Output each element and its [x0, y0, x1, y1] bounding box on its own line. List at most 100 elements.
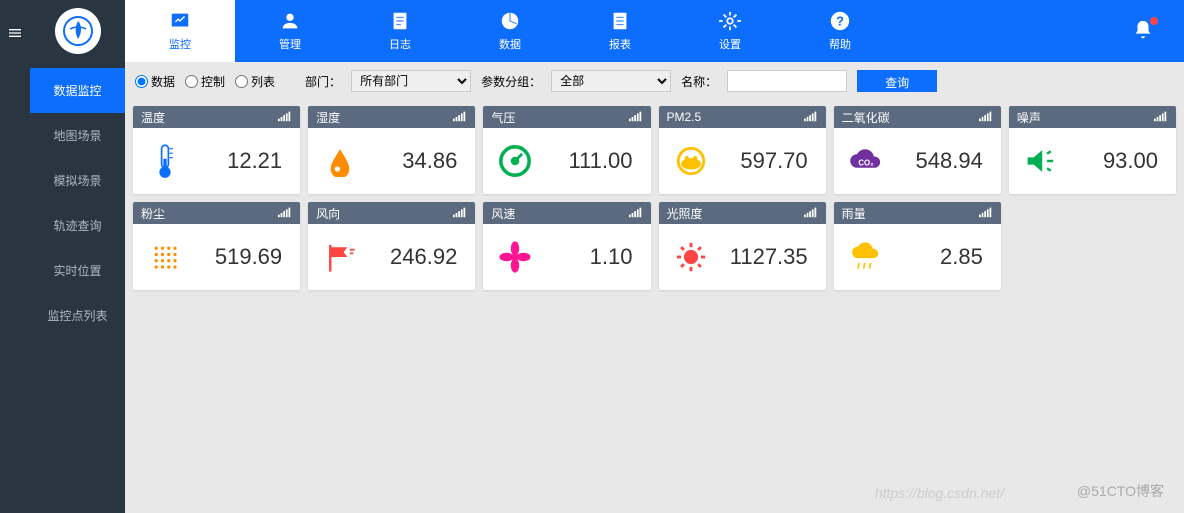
card-body: 34.86 — [308, 128, 475, 194]
nav-sidebar — [0, 0, 30, 513]
metric-card[interactable]: 气压 111.00 — [483, 106, 650, 194]
metric-value: 111.00 — [568, 148, 632, 174]
card-body: 519.69 — [133, 224, 300, 290]
card-body: 12.21 — [133, 128, 300, 194]
card-title: 噪声 — [1017, 109, 1041, 126]
signal-icon — [804, 206, 818, 221]
tab-label: 设置 — [719, 36, 741, 52]
card-title: 雨量 — [842, 205, 866, 222]
sidebar-item-map-scene[interactable]: 地图场景 — [30, 113, 125, 158]
name-input[interactable] — [727, 70, 847, 92]
card-body: 2.85 — [834, 224, 1001, 290]
card-title: 湿度 — [316, 109, 340, 126]
sidebar-item-data-monitor[interactable]: 数据监控 — [30, 68, 125, 113]
group-label: 参数分组： — [481, 73, 541, 90]
query-button[interactable]: 查询 — [857, 70, 937, 92]
edit-icon — [389, 10, 411, 32]
name-label: 名称： — [681, 73, 717, 90]
card-body: 1127.35 — [659, 224, 826, 290]
tab-help[interactable]: ? 帮助 — [785, 0, 895, 62]
metric-card[interactable]: 湿度 34.86 — [308, 106, 475, 194]
metric-icon — [322, 239, 358, 275]
notifications-button[interactable] — [1132, 19, 1184, 44]
signal-icon — [629, 110, 643, 125]
notification-dot — [1150, 17, 1158, 25]
sidebar-item-sim-scene[interactable]: 模拟场景 — [30, 158, 125, 203]
tab-settings[interactable]: 设置 — [675, 0, 785, 62]
metric-card[interactable]: 风向 246.92 — [308, 202, 475, 290]
metric-icon — [147, 143, 183, 179]
radio-list[interactable]: 列表 — [235, 73, 275, 90]
card-header: 风向 — [308, 202, 475, 224]
metric-icon — [322, 143, 358, 179]
metric-value: 12.21 — [227, 148, 282, 174]
card-header: 风速 — [483, 202, 650, 224]
card-body: 93.00 — [1009, 128, 1176, 194]
chart-icon — [169, 10, 191, 32]
metric-card[interactable]: 二氧化碳 CO₂ 548.94 — [834, 106, 1001, 194]
card-body: 111.00 — [483, 128, 650, 194]
logo[interactable] — [30, 8, 125, 54]
side-menu: 数据监控 地图场景 模拟场景 轨迹查询 实时位置 监控点列表 — [30, 0, 125, 513]
metric-icon — [147, 239, 183, 275]
tab-log[interactable]: 日志 — [345, 0, 455, 62]
tab-label: 报表 — [609, 36, 631, 52]
signal-icon — [1154, 110, 1168, 125]
sidebar-item-realtime-pos[interactable]: 实时位置 — [30, 248, 125, 293]
signal-icon — [453, 110, 467, 125]
tab-label: 管理 — [279, 36, 301, 52]
tab-label: 日志 — [389, 36, 411, 52]
metric-card[interactable]: 噪声 93.00 — [1009, 106, 1176, 194]
metric-value: 34.86 — [402, 148, 457, 174]
group-select[interactable]: 全部 — [551, 70, 671, 92]
tab-data[interactable]: 数据 — [455, 0, 565, 62]
metric-value: 2.85 — [940, 244, 983, 270]
sidebar-item-monitor-list[interactable]: 监控点列表 — [30, 293, 125, 338]
user-icon — [279, 10, 301, 32]
metric-card[interactable]: 雨量 2.85 — [834, 202, 1001, 290]
tab-report[interactable]: 报表 — [565, 0, 675, 62]
watermark: @51CTO博客 — [1077, 481, 1164, 501]
metric-card[interactable]: 风速 1.10 — [483, 202, 650, 290]
tab-label: 数据 — [499, 36, 521, 52]
metric-card[interactable]: 光照度 1127.35 — [659, 202, 826, 290]
hamburger-icon[interactable] — [7, 25, 23, 44]
signal-icon — [804, 110, 818, 125]
card-header: 气压 — [483, 106, 650, 128]
metric-icon — [1023, 143, 1059, 179]
tab-monitor[interactable]: 监控 — [125, 0, 235, 62]
card-title: PM2.5 — [667, 110, 702, 124]
signal-icon — [278, 206, 292, 221]
doc-icon — [609, 10, 631, 32]
metric-card[interactable]: 粉尘 519.69 — [133, 202, 300, 290]
gear-icon — [719, 10, 741, 32]
metric-card[interactable]: 温度 12.21 — [133, 106, 300, 194]
card-header: 噪声 — [1009, 106, 1176, 128]
card-title: 温度 — [141, 109, 165, 126]
filter-bar: 数据 控制 列表 部门： 所有部门 参数分组： 全部 名称： 查询 — [125, 62, 1184, 100]
signal-icon — [979, 110, 993, 125]
tab-label: 监控 — [169, 36, 191, 52]
card-header: 湿度 — [308, 106, 475, 128]
card-title: 二氧化碳 — [842, 109, 890, 126]
dept-select[interactable]: 所有部门 — [351, 70, 471, 92]
sidebar-item-track-query[interactable]: 轨迹查询 — [30, 203, 125, 248]
metric-value: 1127.35 — [730, 244, 808, 270]
signal-icon — [278, 110, 292, 125]
radio-data[interactable]: 数据 — [135, 73, 175, 90]
metric-value: 93.00 — [1103, 148, 1158, 174]
card-body: 1.10 — [483, 224, 650, 290]
metric-value: 1.10 — [590, 244, 633, 270]
card-body: 246.92 — [308, 224, 475, 290]
signal-icon — [979, 206, 993, 221]
metric-icon — [497, 143, 533, 179]
svg-text:?: ? — [836, 14, 844, 29]
card-header: 温度 — [133, 106, 300, 128]
radio-control[interactable]: 控制 — [185, 73, 225, 90]
card-header: 粉尘 — [133, 202, 300, 224]
tab-manage[interactable]: 管理 — [235, 0, 345, 62]
watermark: https://blog.csdn.net/ — [875, 485, 1004, 501]
metric-card[interactable]: PM2.5 597.70 — [659, 106, 826, 194]
metric-icon — [848, 239, 884, 275]
metric-icon — [497, 239, 533, 275]
